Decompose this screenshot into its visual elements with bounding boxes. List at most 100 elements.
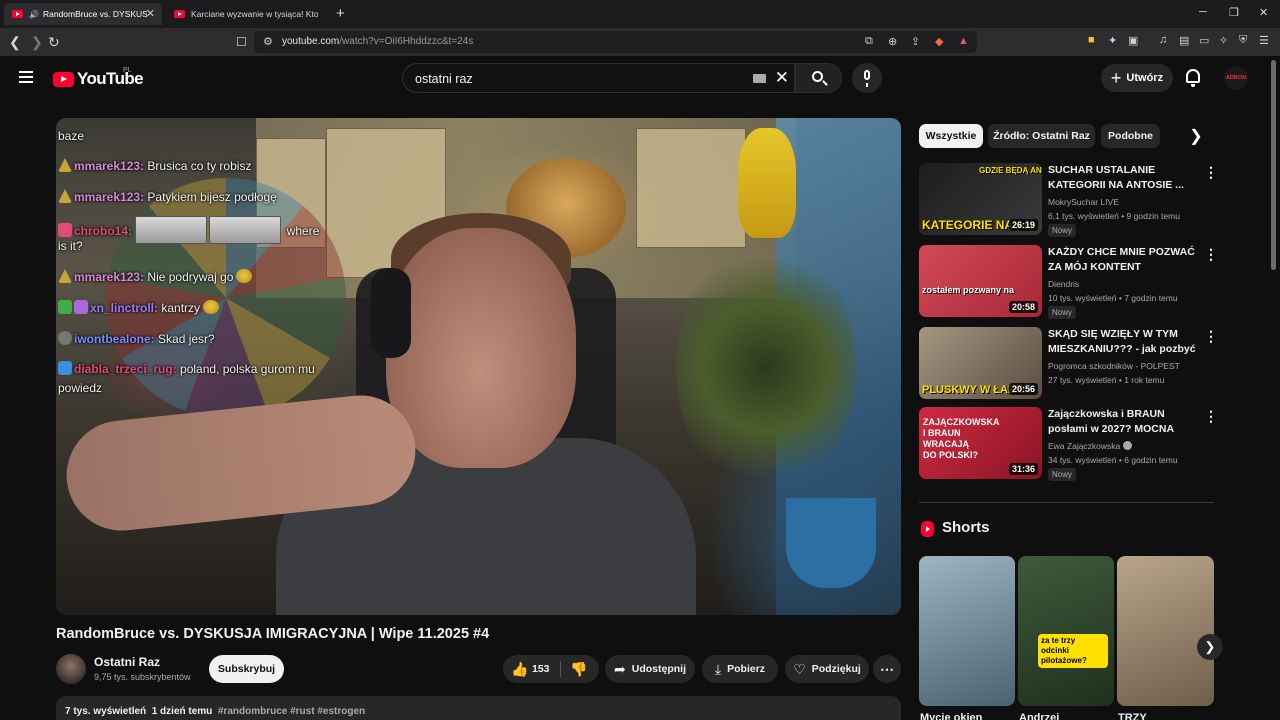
reload-icon[interactable]: ↻: [48, 33, 60, 51]
emote-icon: [203, 300, 220, 314]
extension-icon[interactable]: ■: [1088, 34, 1095, 46]
chevron-right-icon[interactable]: ❯: [1197, 634, 1223, 660]
rec-title[interactable]: KAŻDY CHCE MNIE POZWAĆ ZA MÓJ KONTENT: [1048, 245, 1198, 276]
share-button[interactable]: ➦ Udostępnij: [605, 655, 695, 683]
rec-channel[interactable]: Diendris: [1048, 279, 1079, 289]
chat-message: xn_linctroll: kantrzy: [58, 300, 220, 316]
menu-icon[interactable]: ☰: [1259, 34, 1269, 47]
like-icon[interactable]: 👍: [511, 661, 528, 678]
bookmark-icon[interactable]: ☐: [236, 33, 247, 51]
guide-menu-icon[interactable]: [19, 71, 33, 83]
wallet-icon[interactable]: ▭: [1199, 34, 1209, 47]
rec-title[interactable]: Zajączkowska i BRAUN posłami w 2027? MOC…: [1048, 407, 1198, 438]
restore-icon[interactable]: ❐: [1229, 6, 1239, 19]
short-title[interactable]: Mycie okien: [920, 712, 982, 720]
microphone-icon: [864, 70, 870, 87]
clear-search-icon[interactable]: ✕: [775, 68, 789, 88]
search-input[interactable]: ostatni raz ✕: [402, 63, 795, 93]
share-page-icon[interactable]: ⇪: [911, 35, 920, 48]
kebab-menu-icon[interactable]: ⋮: [1204, 329, 1218, 343]
chevron-right-icon[interactable]: ❯: [1183, 124, 1209, 150]
dislike-icon[interactable]: 👎: [570, 661, 587, 678]
thumb-caption: ZAJĄCZKOWSKA I BRAUN WRACAJĄ DO POLSKI?: [923, 417, 1000, 460]
search-value: ostatni raz: [415, 72, 473, 86]
back-icon[interactable]: ❮: [9, 33, 21, 51]
forward-icon[interactable]: ❯: [31, 33, 43, 51]
badge-icon: [58, 300, 72, 314]
rec-title[interactable]: SKĄD SIĘ WZIĘŁY W TYM MIESZKANIU??? - ja…: [1048, 327, 1198, 358]
short-title[interactable]: TRZY: [1118, 712, 1147, 720]
short-title[interactable]: Andrzej: [1019, 712, 1059, 720]
browser-tab[interactable]: Karciane wyzwanie w tysiąca! Kto gra: [166, 3, 326, 25]
kebab-menu-icon[interactable]: ⋮: [1204, 165, 1218, 179]
new-badge: Nowy: [1048, 468, 1077, 481]
rec-channel[interactable]: Pogromca szkodników - POLPEST: [1048, 361, 1180, 371]
video-title: RandomBruce vs. DYSKUSJA IMIGRACYJNA | W…: [56, 626, 490, 642]
chip-all[interactable]: Wszystkie: [919, 124, 983, 148]
rec-channel[interactable]: Ewa Zajączkowska: [1048, 441, 1133, 451]
sidebar-icon[interactable]: ▤: [1179, 34, 1189, 47]
zoom-icon[interactable]: ⊕: [888, 35, 897, 48]
short-thumbnail[interactable]: za te trzy odcinki pilotażowe?: [1018, 556, 1114, 706]
close-window-icon[interactable]: ✕: [1259, 6, 1268, 19]
video-player[interactable]: baze mmarek123: Brusica co ty robisz mma…: [56, 118, 901, 615]
recommendation-item[interactable]: zostałem pozwany na 20:58 KAŻDY CHCE MNI…: [919, 245, 1219, 321]
rec-thumbnail[interactable]: zostałem pozwany na 20:58: [919, 245, 1042, 317]
create-button[interactable]: + Utwórz: [1101, 64, 1173, 92]
vpn-icon[interactable]: ⛨: [1239, 34, 1247, 47]
subscribe-button[interactable]: Subskrybuj: [209, 655, 284, 683]
rec-meta: 6,1 tys. wyświetleń • 9 godzin temu: [1048, 211, 1180, 221]
short-thumbnail[interactable]: [1117, 556, 1214, 706]
search-button[interactable]: [795, 63, 842, 93]
chip-source[interactable]: Źródło: Ostatni Raz: [988, 124, 1095, 148]
tab-close-icon[interactable]: ✕: [146, 7, 155, 20]
new-tab-button[interactable]: +: [336, 5, 345, 22]
channel-avatar[interactable]: [56, 654, 86, 684]
short-caption: za te trzy odcinki pilotażowe?: [1038, 634, 1108, 668]
share-icon: ➦: [614, 660, 626, 677]
keyboard-icon[interactable]: [753, 74, 766, 83]
chat-message: baze: [58, 129, 85, 143]
chip-related[interactable]: Podobne: [1101, 124, 1160, 148]
plus-icon: +: [1110, 68, 1122, 88]
recommendation-item[interactable]: GDZIE BĘDĄ ANTOSIE? KATEGORIE NA AN 26:1…: [919, 163, 1219, 239]
site-info-icon[interactable]: ⚙: [263, 35, 273, 48]
brave-shield-icon[interactable]: ◆: [935, 35, 943, 48]
speaker-icon[interactable]: 🔊: [29, 10, 39, 19]
ai-icon[interactable]: ✧: [1219, 34, 1228, 47]
more-actions-icon[interactable]: ⋯: [873, 655, 901, 683]
download-button[interactable]: ⤓ Pobierz: [702, 655, 778, 683]
channel-name[interactable]: Ostatni Raz: [94, 655, 160, 669]
rec-thumbnail[interactable]: ZAJĄCZKOWSKA I BRAUN WRACAJĄ DO POLSKI? …: [919, 407, 1042, 479]
youtube-favicon-icon: [12, 10, 23, 18]
rec-thumbnail[interactable]: PLUSKWY W ŁAZIE 20:56: [919, 327, 1042, 399]
like-count[interactable]: 153: [532, 663, 550, 675]
rewards-icon[interactable]: ▲: [958, 35, 969, 47]
thanks-button[interactable]: ♡ Podziękuj: [785, 655, 869, 683]
kebab-menu-icon[interactable]: ⋮: [1204, 409, 1218, 423]
open-external-icon[interactable]: ⧉: [865, 35, 873, 48]
rec-thumbnail[interactable]: GDZIE BĘDĄ ANTOSIE? KATEGORIE NA AN 26:1…: [919, 163, 1042, 235]
url-field[interactable]: ⚙ youtube.com/watch?v=OiI6Hhddzzc&t=24s …: [254, 31, 977, 53]
minimize-icon[interactable]: ─: [1199, 6, 1207, 18]
rec-channel[interactable]: MokrySuchar LIVE: [1048, 197, 1119, 207]
voice-search-button[interactable]: [852, 63, 882, 93]
kebab-menu-icon[interactable]: ⋮: [1204, 247, 1218, 261]
notifications-bell-icon[interactable]: [1186, 69, 1200, 87]
music-icon[interactable]: ♫: [1159, 34, 1167, 46]
short-thumbnail[interactable]: [919, 556, 1015, 706]
badge-icon: [58, 331, 72, 345]
page-scrollbar[interactable]: [1271, 60, 1276, 270]
browser-tab-active[interactable]: 🔊 RandomBruce vs. DYSKUSJA I ✕: [4, 3, 162, 25]
recommendation-item[interactable]: PLUSKWY W ŁAZIE 20:56 SKĄD SIĘ WZIĘŁY W …: [919, 327, 1219, 403]
url-host: youtube.com: [282, 36, 340, 47]
extension-icon[interactable]: ▣: [1128, 34, 1138, 47]
section-divider: [919, 502, 1214, 503]
url-path: /watch?v=OiI6Hhddzzc&t=24s: [339, 36, 474, 47]
rec-title[interactable]: SUCHAR USTALANIE KATEGORII NA ANTOSIE ..…: [1048, 163, 1198, 194]
hashtags[interactable]: #randombruce #rust #estrogen: [218, 706, 365, 717]
extension-icon[interactable]: ✦: [1108, 34, 1117, 47]
account-avatar[interactable]: ADRON: [1224, 66, 1248, 90]
badge-icon: [74, 300, 88, 314]
recommendation-item[interactable]: ZAJĄCZKOWSKA I BRAUN WRACAJĄ DO POLSKI? …: [919, 407, 1219, 483]
